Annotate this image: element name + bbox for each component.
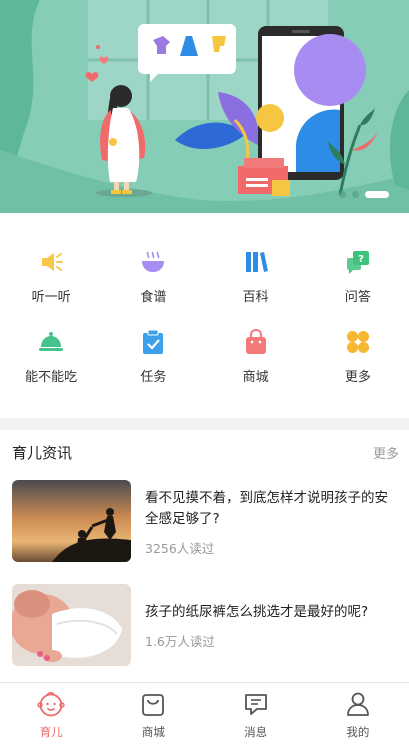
message-icon — [243, 691, 269, 721]
grid-label: 任务 — [140, 370, 167, 385]
news-thumbnail — [12, 584, 131, 666]
grid-item-listen[interactable]: 听一听 — [0, 240, 102, 320]
grid-item-more[interactable]: 更多 — [307, 320, 409, 400]
grid-item-mall[interactable]: 商城 — [205, 320, 307, 400]
tab-label: 消息 — [244, 725, 268, 739]
news-item[interactable]: 孩子的纸尿裤怎么挑选才是最好的呢? 1.6万人读过 — [12, 584, 397, 668]
chat-question-icon: ? — [344, 248, 372, 276]
grid-label: 能不能吃 — [25, 370, 78, 385]
speaker-icon — [37, 248, 65, 276]
grid-item-qa[interactable]: ? 问答 — [307, 240, 409, 320]
tab-mall[interactable]: 商城 — [102, 683, 204, 745]
category-grid: 听一听 食谱 百科 ? 问答 能不能吃 任务 商城 更多 — [0, 240, 409, 400]
tab-parenting[interactable]: 育儿 — [0, 683, 102, 745]
news-title: 看不见摸不着，到底怎样才说明孩子的安全感足够了? — [145, 489, 388, 527]
section-title: 育儿资讯 — [12, 443, 73, 462]
svg-text:?: ? — [358, 254, 364, 265]
tab-messages[interactable]: 消息 — [205, 683, 307, 745]
read-count: 3256人读过 — [145, 540, 215, 556]
grid-label: 百科 — [242, 290, 269, 305]
grid-label: 食谱 — [140, 290, 167, 305]
grid-item-encyclopedia[interactable]: 百科 — [205, 240, 307, 320]
carousel-dot[interactable] — [352, 191, 359, 198]
bottom-tab-bar: 育儿 商城 消息 我的 — [0, 682, 409, 745]
baby-face-icon — [37, 691, 65, 721]
grid-label: 商城 — [242, 370, 269, 385]
read-count: 1.6万人读过 — [145, 634, 215, 649]
banner-carousel[interactable] — [0, 0, 409, 213]
grid-item-can-eat[interactable]: 能不能吃 — [0, 320, 102, 400]
carousel-dot-active[interactable] — [365, 191, 389, 198]
grid-label: 听一听 — [31, 290, 71, 305]
grid-label: 更多 — [344, 370, 371, 385]
bowl-icon — [139, 248, 167, 276]
more-link[interactable]: 更多 — [373, 443, 399, 462]
user-icon — [345, 691, 371, 721]
books-icon — [242, 248, 270, 276]
news-thumbnail — [12, 480, 131, 562]
tab-label: 商城 — [141, 725, 165, 739]
shopping-bag-icon — [242, 328, 270, 356]
shopping-bag-icon — [140, 691, 166, 721]
news-item[interactable]: 看不见摸不着，到底怎样才说明孩子的安全感足够了? 3256人读过 — [12, 480, 397, 564]
news-header: 育儿资讯 更多 — [12, 440, 399, 464]
section-divider — [0, 418, 409, 430]
food-cover-icon — [37, 328, 65, 356]
tab-label: 育儿 — [39, 725, 63, 739]
carousel-dot[interactable] — [339, 191, 346, 198]
news-title: 孩子的纸尿裤怎么挑选才是最好的呢? — [145, 604, 369, 620]
grid-label: 问答 — [344, 290, 371, 305]
tab-label: 我的 — [346, 725, 370, 739]
grid-item-tasks[interactable]: 任务 — [102, 320, 204, 400]
more-icon — [344, 328, 372, 356]
carousel-indicator[interactable] — [339, 191, 389, 198]
clipboard-check-icon — [139, 328, 167, 356]
grid-item-recipes[interactable]: 食谱 — [102, 240, 204, 320]
tab-profile[interactable]: 我的 — [307, 683, 409, 745]
banner-illustration — [0, 0, 409, 213]
